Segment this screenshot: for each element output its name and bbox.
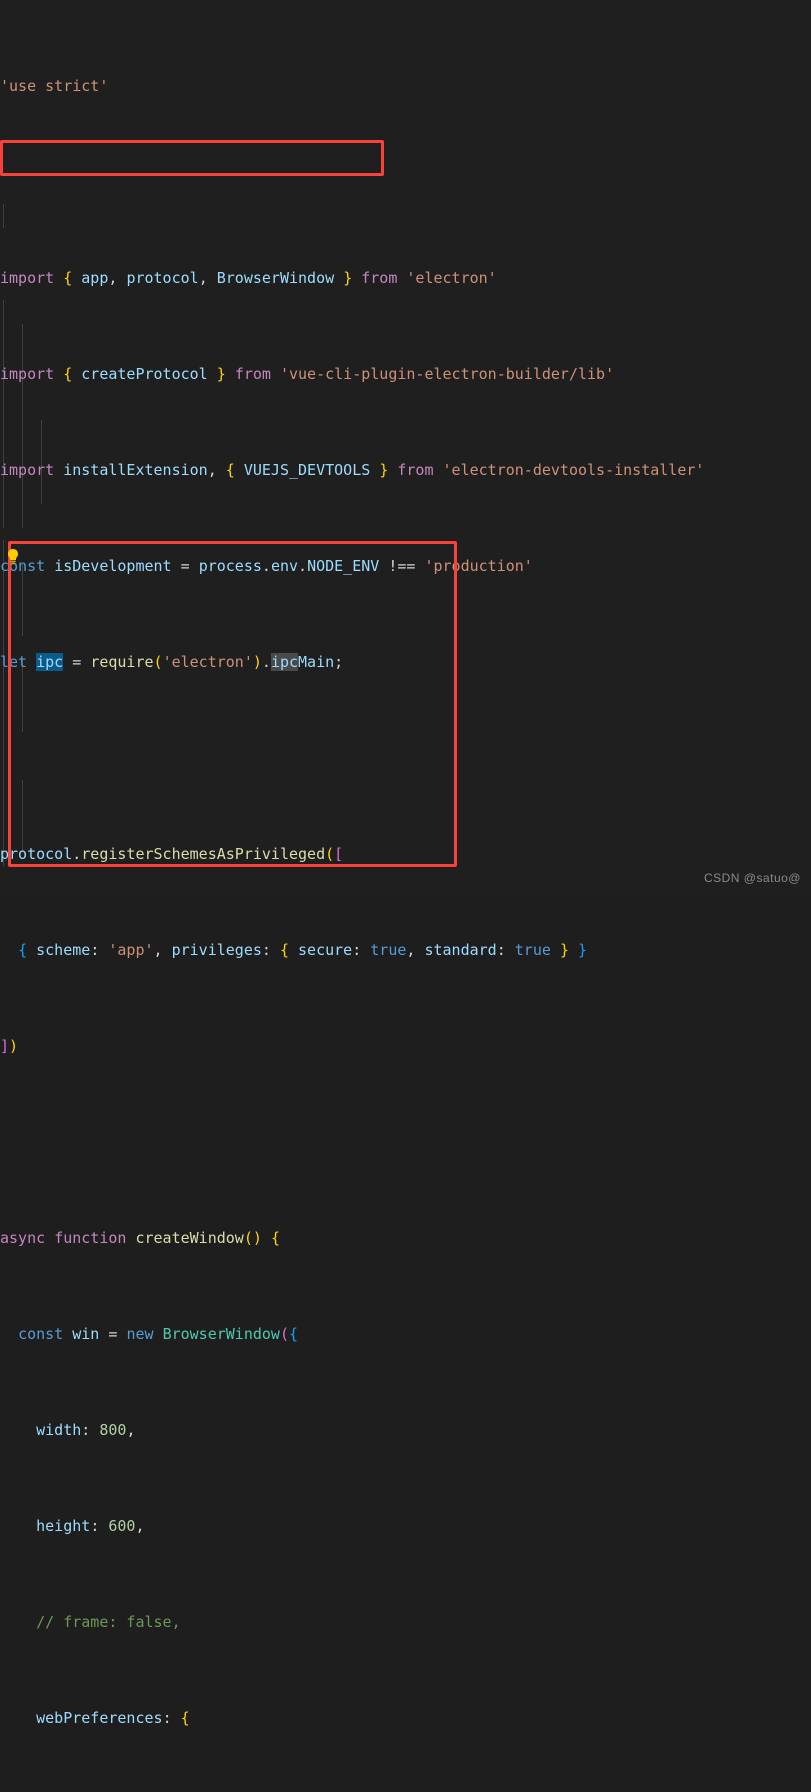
code-line-16[interactable]: height: 600, (0, 1514, 811, 1538)
token-str-electron: 'electron' (406, 269, 497, 287)
token-new: new (126, 1325, 154, 1343)
token-protocol: protocol (126, 269, 199, 287)
code-line-11[interactable]: ]) (0, 1034, 811, 1058)
token-isdevelopment: isDevelopment (54, 557, 172, 575)
csdn-watermark: CSDN @satuo@ (703, 871, 801, 885)
code-line-7[interactable]: let ipc = require('electron').ipcMain; (0, 650, 811, 674)
token-width: width (36, 1421, 82, 1439)
code-line-8[interactable] (0, 746, 811, 770)
code-line-5[interactable]: import installExtension, { VUEJS_DEVTOOL… (0, 458, 811, 482)
token-registerschemes: registerSchemesAsPrivileged (81, 845, 326, 863)
code-line-14[interactable]: const win = new BrowserWindow({ (0, 1322, 811, 1346)
code-line-4[interactable]: import { createProtocol } from 'vue-cli-… (0, 362, 811, 386)
token-win: win (72, 1325, 100, 1343)
token-webpreferences: webPreferences (36, 1709, 163, 1727)
brace-close: } (343, 269, 353, 287)
token-async: async (0, 1229, 46, 1247)
token-true: true (514, 941, 551, 959)
token-protocol: protocol (0, 845, 73, 863)
code-line-9[interactable]: protocol.registerSchemesAsPrivileged([ (0, 842, 811, 866)
token-import: import (0, 269, 55, 287)
code-line-10[interactable]: { scheme: 'app', privileges: { secure: t… (0, 938, 811, 962)
token-true: true (370, 941, 407, 959)
token-function: function (54, 1229, 127, 1247)
token-browserwindow: BrowserWindow (216, 269, 335, 287)
token-ipc-occurrence[interactable]: ipc (270, 653, 299, 671)
code-line-2[interactable] (0, 170, 811, 194)
token-installextension: installExtension (63, 461, 208, 479)
code-line-1[interactable]: 'use strict' (0, 74, 811, 98)
token-vuejs-devtools: VUEJS_DEVTOOLS (243, 461, 371, 479)
token-standard: standard (424, 941, 497, 959)
brace-open: { (63, 269, 73, 287)
token-val-600: 600 (108, 1517, 136, 1535)
token-secure: secure (298, 941, 353, 959)
code-line-3[interactable]: import { app, protocol, BrowserWindow } … (0, 266, 811, 290)
token-use-strict: 'use strict' (0, 77, 109, 95)
token-height: height (36, 1517, 91, 1535)
token-let: let (0, 653, 28, 671)
token-str-devtools: 'electron-devtools-installer' (442, 461, 705, 479)
token-const: const (0, 557, 46, 575)
token-import: import (0, 461, 55, 479)
token-from: from (361, 269, 398, 287)
code-line-13[interactable]: async function createWindow() { (0, 1226, 811, 1250)
token-from: from (397, 461, 434, 479)
token-createwindow: createWindow (135, 1229, 244, 1247)
token-env: env (270, 557, 299, 575)
code-line-17[interactable]: // frame: false, (0, 1610, 811, 1634)
token-ipc-selected[interactable]: ipc (36, 653, 64, 671)
token-val-800: 800 (99, 1421, 127, 1439)
code-editor-surface[interactable]: 'use strict' import { app, protocol, Bro… (0, 0, 811, 1727)
token-app: app (81, 269, 109, 287)
code-line-18[interactable]: webPreferences: { (0, 1706, 811, 1730)
token-browserwindow: BrowserWindow (162, 1325, 280, 1343)
token-node-env: NODE_ENV (307, 557, 380, 575)
token-const: const (18, 1325, 64, 1343)
token-str-vue-plugin: 'vue-cli-plugin-electron-builder/lib' (279, 365, 615, 383)
token-from: from (234, 365, 271, 383)
token-comment-frame: // frame: false, (36, 1613, 181, 1631)
code-content[interactable]: 'use strict' import { app, protocol, Bro… (0, 0, 811, 1792)
token-main-suffix: Main (298, 653, 335, 671)
token-privileges: privileges (171, 941, 262, 959)
token-str-production: 'production' (424, 557, 533, 575)
token-require: require (90, 653, 154, 671)
code-line-15[interactable]: width: 800, (0, 1418, 811, 1442)
code-line-12[interactable] (0, 1130, 811, 1154)
token-createprotocol: createProtocol (81, 365, 208, 383)
token-str-app: 'app' (108, 941, 154, 959)
token-scheme: scheme (36, 941, 91, 959)
token-process: process (198, 557, 262, 575)
code-line-6[interactable]: const isDevelopment = process.env.NODE_E… (0, 554, 811, 578)
token-str-electron: 'electron' (162, 653, 253, 671)
token-import: import (0, 365, 55, 383)
